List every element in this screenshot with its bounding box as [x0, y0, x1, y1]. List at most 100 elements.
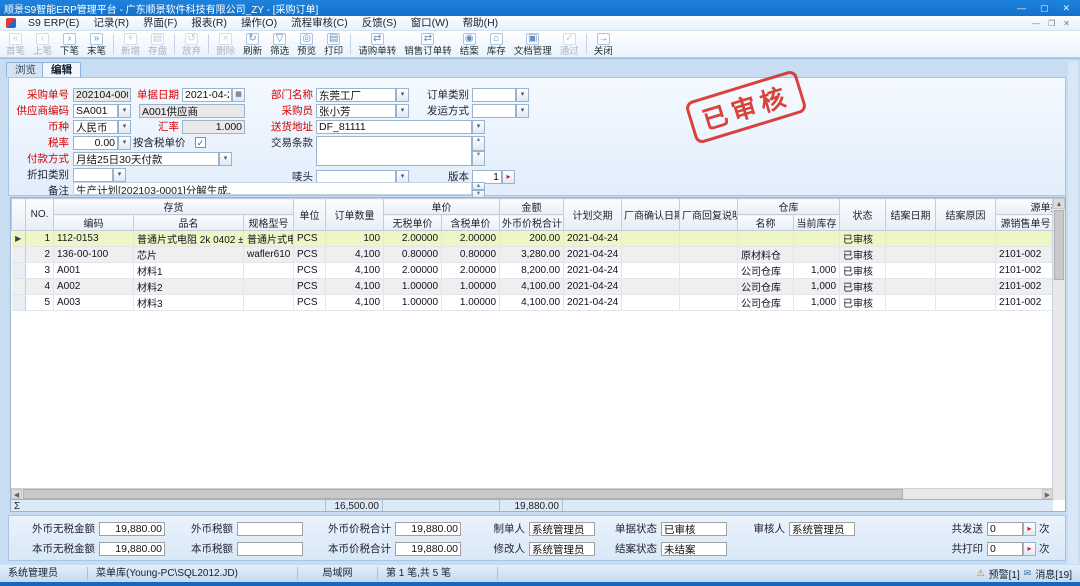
- cell-amount_fc[interactable]: 4,100.00: [500, 295, 564, 311]
- col-header-wh_stock[interactable]: 当前库存: [794, 215, 840, 231]
- col-header-sel[interactable]: [12, 199, 26, 231]
- mdi-restore-icon[interactable]: ❐: [1048, 19, 1055, 28]
- cell-due_date[interactable]: 2021-04-24: [564, 295, 622, 311]
- cell-status[interactable]: 已审核: [840, 231, 886, 247]
- cell-source_sales_no[interactable]: 2101-002: [996, 279, 1053, 295]
- toolbar-filter-button[interactable]: ▽筛选: [266, 31, 293, 57]
- menu-item-5[interactable]: 流程审核(C): [284, 16, 355, 31]
- doc-date-field[interactable]: [182, 88, 232, 102]
- toolbar-inventory-button[interactable]: ⌂库存: [483, 31, 510, 57]
- buyer-field[interactable]: [316, 104, 396, 118]
- cell-wh_stock[interactable]: [794, 247, 840, 263]
- menu-item-8[interactable]: 帮助(H): [456, 16, 506, 31]
- currency-dropdown-icon[interactable]: ▾: [118, 120, 131, 134]
- toolbar-transfer-sales-order-button[interactable]: ⇄销售订单转: [400, 31, 456, 57]
- cell-name[interactable]: 材料1: [134, 263, 244, 279]
- cell-wh_name[interactable]: [738, 231, 794, 247]
- col-header-unit[interactable]: 单位: [294, 199, 326, 231]
- cell-vendor_reply[interactable]: [680, 279, 738, 295]
- cell-wh_stock[interactable]: 1,000: [794, 263, 840, 279]
- cell-close_date[interactable]: [886, 295, 936, 311]
- horizontal-scroll-thumb[interactable]: [23, 489, 903, 499]
- toolbar-preview-button[interactable]: ◎预览: [293, 31, 320, 57]
- cell-code[interactable]: A001: [54, 263, 134, 279]
- col-header-price_untaxed[interactable]: 无税单价: [384, 215, 442, 231]
- cell-spec[interactable]: [244, 263, 294, 279]
- payment-dropdown-icon[interactable]: ▾: [219, 152, 232, 166]
- tax-rate-field[interactable]: [73, 136, 118, 150]
- col-header-close_reason[interactable]: 结案原因: [936, 199, 996, 231]
- col-header-vendor_reply[interactable]: 厂商回复说明: [680, 199, 738, 231]
- cell-status[interactable]: 已审核: [840, 247, 886, 263]
- cell-due_date[interactable]: 2021-04-24: [564, 279, 622, 295]
- cell-close_date[interactable]: [886, 231, 936, 247]
- col-header-name[interactable]: 品名: [134, 215, 244, 231]
- cell-vendor_reply[interactable]: [680, 295, 738, 311]
- cell-status[interactable]: 已审核: [840, 295, 886, 311]
- tax-rate-dropdown-icon[interactable]: ▾: [118, 136, 131, 150]
- col-header-price_taxed[interactable]: 含税单价: [442, 215, 500, 231]
- toolbar-print-button[interactable]: ▤打印: [320, 31, 347, 57]
- cell-due_date[interactable]: 2021-04-24: [564, 231, 622, 247]
- cell-source_sales_no[interactable]: 2101-002: [996, 263, 1053, 279]
- scroll-up-icon[interactable]: ▲: [1053, 198, 1065, 209]
- toolbar-document-management-button[interactable]: ▣文档管理: [510, 31, 556, 57]
- menu-item-4[interactable]: 操作(O): [234, 16, 284, 31]
- ship-method-dropdown-icon[interactable]: ▾: [516, 104, 529, 118]
- cell-amount_fc[interactable]: 3,280.00: [500, 247, 564, 263]
- cell-price_untaxed[interactable]: 2.00000: [384, 263, 442, 279]
- cell-spec[interactable]: [244, 279, 294, 295]
- close-icon[interactable]: ✕: [1062, 1, 1070, 15]
- remark-field[interactable]: 生产计划[202103-0001]分解生成.: [73, 182, 472, 195]
- minimize-icon[interactable]: —: [1017, 1, 1026, 15]
- cell-vendor_reply[interactable]: [680, 231, 738, 247]
- vertical-scroll-thumb[interactable]: [1054, 210, 1064, 280]
- cell-due_date[interactable]: 2021-04-24: [564, 263, 622, 279]
- cell-close_reason[interactable]: [936, 231, 996, 247]
- remark-scroll[interactable]: ▲▼: [472, 182, 485, 195]
- cell-no[interactable]: 1: [26, 231, 54, 247]
- cell-qty[interactable]: 4,100: [326, 279, 384, 295]
- col-header-qty[interactable]: 订单数量: [326, 199, 384, 231]
- cell-amount_fc[interactable]: 8,200.00: [500, 263, 564, 279]
- order-type-field[interactable]: [472, 88, 516, 102]
- cell-status[interactable]: 已审核: [840, 279, 886, 295]
- cell-qty[interactable]: 4,100: [326, 263, 384, 279]
- toolbar-refresh-button[interactable]: ↻刷新: [239, 31, 266, 57]
- cell-no[interactable]: 5: [26, 295, 54, 311]
- toolbar-close-button[interactable]: →关闭: [590, 31, 617, 57]
- mdi-minimize-icon[interactable]: —: [1032, 19, 1040, 28]
- buyer-dropdown-icon[interactable]: ▾: [396, 104, 409, 118]
- cell-spec[interactable]: [244, 295, 294, 311]
- menu-item-1[interactable]: 记录(R): [86, 16, 136, 31]
- vertical-scrollbar[interactable]: ▲: [1052, 198, 1065, 500]
- tab-edit[interactable]: 编辑: [42, 62, 81, 77]
- menu-item-0[interactable]: S9 ERP(E): [21, 16, 86, 31]
- col-header-code[interactable]: 编码: [54, 215, 134, 231]
- cell-price_untaxed[interactable]: 2.00000: [384, 231, 442, 247]
- table-row[interactable]: ▶1112-0153普通片式电阻 2k 0402 ±5% 1/16W普通片式电阻…: [12, 231, 1054, 247]
- cell-wh_name[interactable]: 原材料仓: [738, 247, 794, 263]
- cell-price_untaxed[interactable]: 1.00000: [384, 295, 442, 311]
- scroll-left-icon[interactable]: ◀: [11, 489, 22, 499]
- cell-sel[interactable]: ▶: [12, 231, 26, 247]
- currency-field[interactable]: [73, 120, 118, 134]
- tax-included-checkbox[interactable]: ✓: [195, 137, 206, 148]
- cell-wh_name[interactable]: 公司仓库: [738, 295, 794, 311]
- cell-close_reason[interactable]: [936, 263, 996, 279]
- cell-sel[interactable]: [12, 295, 26, 311]
- cell-price_taxed[interactable]: 1.00000: [442, 295, 500, 311]
- payment-field[interactable]: [73, 152, 219, 166]
- discount-type-dropdown-icon[interactable]: ▾: [113, 168, 126, 182]
- cell-price_taxed[interactable]: 0.80000: [442, 247, 500, 263]
- cell-wh_stock[interactable]: 1,000: [794, 279, 840, 295]
- col-header-wh_name[interactable]: 名称: [738, 215, 794, 231]
- cell-name[interactable]: 普通片式电阻 2k 0402 ±5% 1/16W: [134, 231, 244, 247]
- order-no-field[interactable]: [73, 88, 131, 102]
- cell-spec[interactable]: 普通片式电阻...: [244, 231, 294, 247]
- cell-vendor_confirm_date[interactable]: [622, 231, 680, 247]
- cell-code[interactable]: A002: [54, 279, 134, 295]
- horizontal-scrollbar[interactable]: ◀ ▶: [11, 488, 1053, 499]
- col-header-due_date[interactable]: 计划交期: [564, 199, 622, 231]
- cell-vendor_confirm_date[interactable]: [622, 295, 680, 311]
